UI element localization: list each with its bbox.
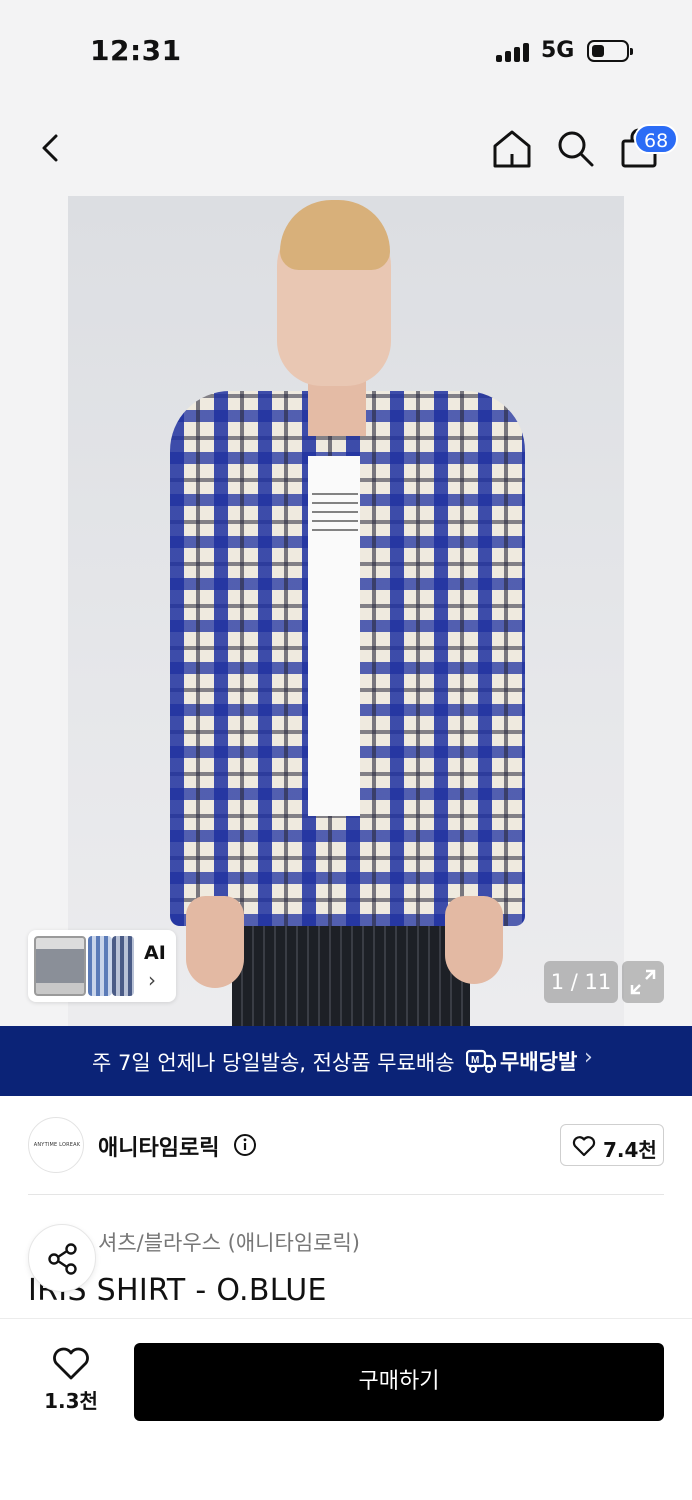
top-nav xyxy=(0,100,692,196)
product-category[interactable]: 셔츠/블라우스 (애니타임로릭) xyxy=(98,1227,360,1257)
image-page-indicator: 1 / 11 xyxy=(544,961,618,1003)
heart-icon xyxy=(572,1136,596,1157)
product-image-gallery[interactable]: AI › 1 / 11 xyxy=(0,196,692,1026)
heart-icon xyxy=(53,1347,89,1380)
like-count: 1.3천 xyxy=(44,1389,98,1413)
brand-like-button[interactable]: 7.4천 xyxy=(560,1124,664,1166)
home-icon xyxy=(493,130,531,168)
chevron-right-icon: › xyxy=(584,1045,593,1070)
thumbnail-1[interactable] xyxy=(34,936,86,996)
svg-text:M: M xyxy=(471,1055,479,1066)
divider xyxy=(28,1194,664,1195)
back-button[interactable] xyxy=(28,126,72,170)
cart-count-badge: 68 xyxy=(634,124,679,154)
search-button[interactable] xyxy=(553,126,597,170)
thumbnail-3[interactable] xyxy=(112,936,134,996)
shipping-banner[interactable]: 주 7일 언제나 당일발송, 전상품 무료배송 M 무배당발 › xyxy=(0,1026,692,1096)
expand-button[interactable] xyxy=(622,961,664,1003)
search-icon xyxy=(558,131,594,167)
bottom-action-bar: 1.3천 구매하기 xyxy=(0,1318,692,1500)
brand-logo[interactable]: ANYTIME LOREAK xyxy=(28,1117,84,1173)
buy-button[interactable]: 구매하기 xyxy=(134,1343,664,1421)
brand-name[interactable]: 애니타임로릭 xyxy=(98,1130,219,1162)
share-button[interactable] xyxy=(28,1224,96,1292)
signal-icon xyxy=(496,42,532,62)
ai-style-thumbnails[interactable]: AI › xyxy=(28,930,176,1002)
like-button[interactable]: 1.3천 xyxy=(36,1345,106,1417)
ai-label: AI xyxy=(144,942,166,964)
info-icon[interactable] xyxy=(233,1133,257,1157)
thumbnail-2[interactable] xyxy=(88,936,112,996)
brand-like-count: 7.4천 xyxy=(603,1138,657,1162)
home-button[interactable] xyxy=(490,126,534,170)
chevron-left-icon xyxy=(42,134,58,162)
status-bar: 12:31 5G xyxy=(0,0,692,100)
status-time: 12:31 xyxy=(90,34,182,67)
battery-icon xyxy=(587,40,633,62)
banner-text: 주 7일 언제나 당일발송, 전상품 무료배송 xyxy=(92,1051,455,1075)
delivery-truck-icon: M xyxy=(466,1049,496,1073)
banner-logo-text: 무배당발 xyxy=(500,1050,578,1074)
chevron-right-icon: › xyxy=(148,968,156,992)
expand-icon xyxy=(630,969,656,995)
share-icon xyxy=(48,1243,77,1275)
network-type: 5G xyxy=(541,38,575,63)
